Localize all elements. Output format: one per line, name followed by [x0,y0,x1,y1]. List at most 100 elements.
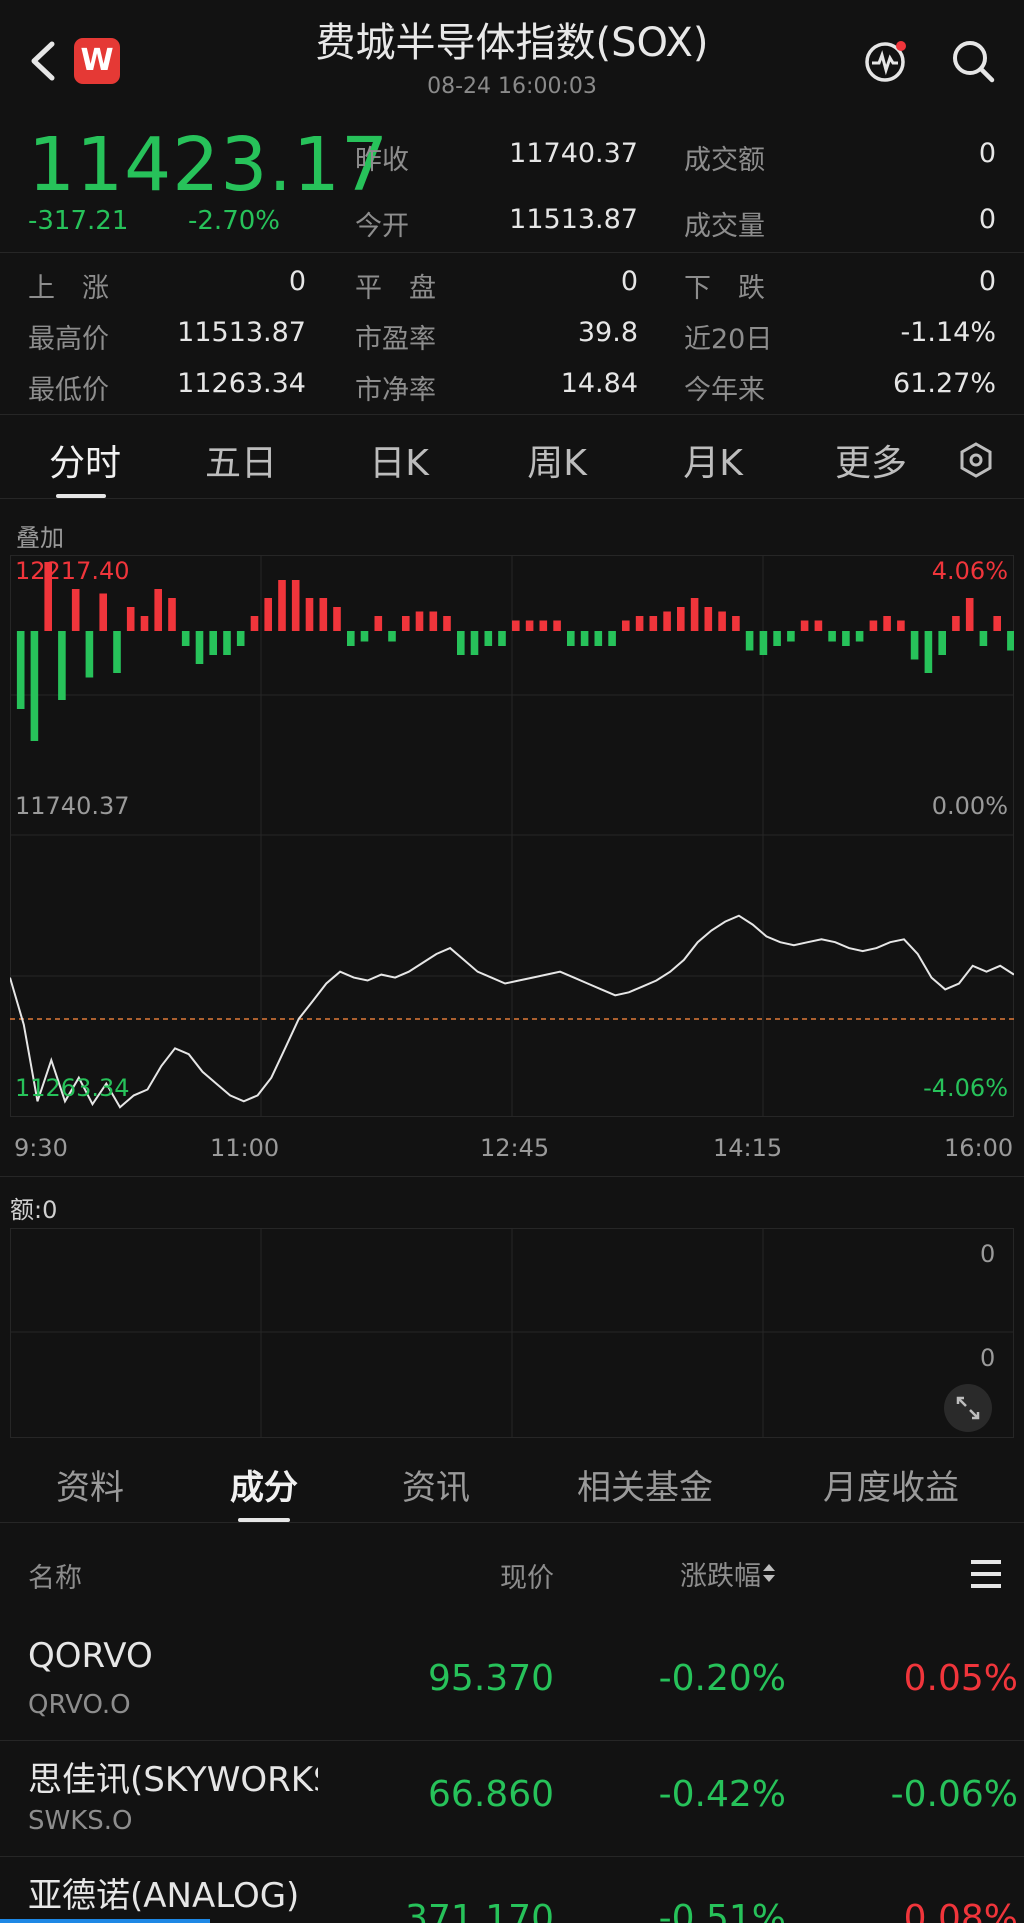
prev-close-label: 昨收 [355,145,409,176]
momentum-bar [869,620,878,631]
momentum-bar [800,620,809,631]
momentum-bar [278,580,286,631]
momentum-bar [993,616,1001,631]
stat-label: 市净率 [355,375,436,406]
momentum-bar [484,631,493,646]
axis-mid-price: 11740.37 [15,792,130,820]
momentum-bar [168,598,176,631]
axis-bottom-pct: -4.06% [923,1074,1008,1102]
col-header-price[interactable]: 现价 [470,1556,554,1595]
stat-value: 0 [288,266,306,297]
divider [0,252,1024,253]
turnover-label: 成交额 [684,145,765,176]
turnover-value: 0 [978,138,996,169]
stat-label: 下 跌 [684,273,765,304]
tab-weekly-k[interactable]: 周K [502,434,612,486]
stock-price: 66.860 [428,1774,554,1815]
momentum-bar [85,631,94,678]
tab-monthly-k[interactable]: 月K [658,434,768,486]
table-row[interactable]: 亚德诺(ANALOG) 371.170 -0.51% 0.08% [0,1856,1024,1923]
momentum-bar [910,631,919,660]
momentum-bar [374,616,383,631]
momentum-bar [965,598,974,631]
settings-button[interactable] [954,438,998,482]
stat-value: 61.27% [893,368,996,399]
momentum-bar [525,620,534,631]
stat-label: 平 盘 [355,273,436,304]
momentum-bar [745,631,754,651]
momentum-bar [512,620,520,631]
overlay-label[interactable]: 叠加 [16,518,64,553]
momentum-bar [154,589,162,631]
momentum-bar [71,589,80,631]
gear-icon [960,442,992,478]
momentum-bar [979,631,988,646]
time-label: 9:30 [14,1134,68,1162]
screen: { "header": { "title": "费城半导体指数(SOX)", "… [0,0,1024,1923]
volume-value: 0 [978,204,996,235]
time-label: 16:00 [944,1134,1014,1162]
volume-bars [16,562,1014,741]
momentum-bar [470,631,479,655]
search-button[interactable] [950,38,996,84]
volume-label: 成交量 [684,211,765,242]
momentum-bar [690,598,699,631]
divider [0,1522,1024,1523]
momentum-bar [897,620,905,631]
momentum-bar [855,631,864,642]
momentum-bar [594,631,603,646]
stat-value: 11513.87 [177,317,306,348]
tab-monthly-returns[interactable]: 月度收益 [806,1460,976,1509]
stock-price: 95.370 [428,1658,554,1699]
momentum-bar [704,607,713,631]
open-value: 11513.87 [509,204,638,235]
momentum-bar [553,620,561,631]
momentum-bar [195,631,204,664]
tab-five-day[interactable]: 五日 [186,434,296,486]
expand-chart-button[interactable] [944,1384,992,1432]
volume-chart [10,1228,1014,1438]
momentum-bar [457,631,465,655]
momentum-bar [498,631,506,646]
momentum-bar [388,631,396,642]
momentum-bar [842,631,850,646]
momentum-bar [677,607,685,631]
tab-constituents[interactable]: 成分 [204,1460,324,1509]
momentum-bar [580,631,589,646]
table-row[interactable]: 思佳讯(SKYWORKS) SWKS.O 66.860 -0.42% -0.06… [0,1740,1024,1856]
tab-intraday[interactable]: 分时 [30,434,140,486]
momentum-bar [718,611,726,631]
momentum-bar [113,631,121,673]
stock-extra-change: -0.06% [890,1774,1018,1815]
stock-change: -0.20% [658,1658,786,1699]
stock-name: 亚德诺(ANALOG) [28,1876,300,1916]
menu-button[interactable] [968,1558,1004,1590]
momentum-bar [567,631,575,646]
tab-news[interactable]: 资讯 [376,1460,496,1509]
volume-amount-label: 额:0 [10,1196,58,1224]
table-row[interactable]: QORVO QRVO.O 95.370 -0.20% 0.05% [0,1624,1024,1740]
momentum-bar [759,631,768,655]
tab-profile[interactable]: 资料 [30,1460,150,1509]
momentum-bar [99,593,107,631]
momentum-bar [1007,631,1014,651]
stock-extra-change: 0.05% [903,1658,1018,1699]
price-change: -317.21 [28,206,129,236]
momentum-bar [814,620,823,631]
momentum-bar [402,616,410,631]
axis-top-pct: 4.06% [931,557,1008,585]
time-label: 12:45 [480,1134,550,1162]
momentum-bar [140,616,149,631]
stock-code: QRVO.O [28,1690,131,1720]
search-icon [953,41,995,83]
stat-value: -1.14% [900,317,996,348]
expand-icon [956,1396,980,1420]
momentum-bar [663,611,671,631]
col-header-change[interactable]: 涨跌幅 [680,1556,777,1592]
pulse-button[interactable] [862,38,908,84]
tab-daily-k[interactable]: 日K [344,434,454,486]
tab-more[interactable]: 更多 [816,434,926,486]
momentum-bar [333,607,341,631]
axis-mid-pct: 0.00% [931,792,1008,820]
tab-related-funds[interactable]: 相关基金 [560,1460,730,1509]
